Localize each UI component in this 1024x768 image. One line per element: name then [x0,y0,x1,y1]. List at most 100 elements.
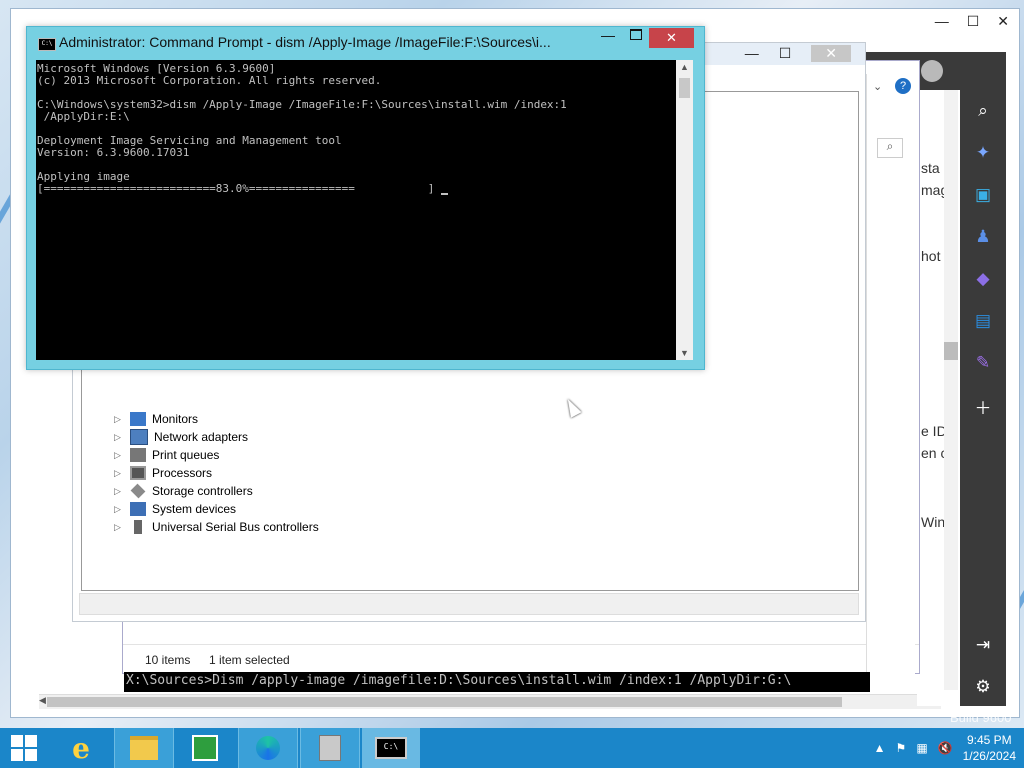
usb-icon [134,520,142,534]
network-adapter-icon [130,429,148,445]
show-hidden-icons-icon[interactable]: ▲ [874,741,886,755]
background-console: X:\Sources>Dism /apply-image /imagefile:… [124,672,870,692]
system-tray: ▲ ⚑ ▦ 🔇 9:45 PM 1/26/2024 [874,730,1016,766]
windows-logo-icon [11,735,37,761]
horizontal-scrollbar[interactable]: ◀ ▶ [39,694,941,709]
tree-item-label: System devices [152,502,237,516]
expand-arrow-icon[interactable]: ▷ [114,428,124,446]
window-title: Administrator: Command Prompt - dism /Ap… [59,34,551,50]
device-manager-caption-buttons: — ☐ ✕ [745,45,851,62]
office-icon[interactable]: ◆ [972,268,994,290]
tree-item-monitors[interactable]: ▷ Monitors [114,410,198,428]
browser-sidebar: ⌕ ✦ ▣ ♟ ◆ ▤ ✎ ＋ ⇥ ⚙ [960,52,1006,706]
console-output[interactable]: Microsoft Windows [Version 6.3.9600] (c)… [36,60,676,360]
page-text: hot [921,248,941,264]
scroll-left-icon[interactable]: ◀ [39,695,46,706]
scroll-down-icon[interactable]: ▼ [680,348,689,358]
search-icon[interactable]: ⌕ [877,138,903,158]
explorer-status-bar: 10 items 1 item selected [123,644,919,673]
browser-caption-buttons: — ☐ ✕ [935,13,1009,30]
close-button[interactable]: ✕ [997,13,1009,30]
tree-item-label: Storage controllers [152,484,253,498]
games-icon[interactable]: ♟ [972,226,994,248]
maximize-button[interactable] [630,29,642,40]
outlook-icon[interactable]: ▤ [972,310,994,332]
network-icon[interactable]: ▦ [916,741,927,755]
maximize-button[interactable]: ☐ [779,45,792,62]
profile-avatar[interactable] [921,60,943,82]
expand-arrow-icon[interactable]: ▷ [114,464,124,482]
close-button[interactable]: ✕ [811,45,851,62]
designer-icon[interactable]: ✎ [972,352,994,374]
minimize-button[interactable]: — [601,27,615,43]
page-vertical-scrollbar[interactable] [944,90,958,690]
command-prompt-window: C:\ Administrator: Command Prompt - dism… [26,26,705,370]
minimize-button[interactable]: — [745,45,759,62]
monitor-icon [130,412,146,426]
chevron-down-icon[interactable]: ⌄ [873,80,882,93]
command-prompt-icon: C:\ [375,737,407,759]
page-text: e ID [921,423,947,439]
build-watermark: Build 9600 [950,710,1012,725]
page-text: Win [921,514,946,530]
tree-item-network-adapters[interactable]: ▷ Network adapters [114,428,248,446]
tree-item-label: Processors [152,466,213,480]
device-manager-icon [319,735,341,761]
tree-item-print-queues[interactable]: ▷ Print queues [114,446,219,464]
action-center-flag-icon[interactable]: ⚑ [896,741,907,755]
hide-sidebar-icon[interactable]: ⇥ [972,634,994,656]
minimize-button[interactable]: — [935,13,949,30]
add-icon[interactable]: ＋ [972,398,994,420]
close-button[interactable]: ✕ [649,28,694,48]
page-text: sta [921,160,940,176]
tree-item-system-devices[interactable]: ▷ System devices [114,500,236,518]
printer-icon [130,448,146,462]
scroll-up-icon[interactable]: ▲ [680,62,689,72]
expand-arrow-icon[interactable]: ▷ [114,410,124,428]
scrollbar-thumb[interactable] [944,342,958,360]
processor-icon [130,466,146,480]
explorer-right-pane: ⌄ ? ⌕ [866,74,915,674]
device-manager-status-bar [79,593,859,615]
item-count: 10 items [145,653,191,667]
store-icon [192,735,218,761]
expand-arrow-icon[interactable]: ▷ [114,446,124,464]
settings-icon[interactable]: ⚙ [972,676,994,698]
taskbar-store[interactable] [176,728,234,768]
start-button[interactable] [0,728,48,768]
clock-time: 9:45 PM [966,733,1012,747]
taskbar-device-manager[interactable] [300,728,360,768]
copilot-icon[interactable]: ✦ [972,142,994,164]
tree-item-usb-controllers[interactable]: ▷ Universal Serial Bus controllers [114,518,319,536]
storage-controller-icon [130,483,146,499]
system-devices-icon [130,502,146,516]
taskbar-file-explorer[interactable] [114,728,174,768]
edge-icon [256,736,280,760]
console-cursor [440,193,448,195]
tree-item-storage-controllers[interactable]: ▷ Storage controllers [114,482,253,500]
file-explorer-icon [130,736,158,760]
expand-arrow-icon[interactable]: ▷ [114,500,124,518]
tree-item-label: Print queues [152,448,220,462]
taskbar: e C:\ ▲ ⚑ ▦ 🔇 9:45 PM 1/26/2024 [0,728,1024,768]
scrollbar-thumb[interactable] [679,78,690,98]
clock[interactable]: 9:45 PM 1/26/2024 [963,732,1016,764]
taskbar-edge[interactable] [238,728,298,768]
expand-arrow-icon[interactable]: ▷ [114,482,124,500]
command-prompt-icon: C:\ [38,38,56,51]
tree-item-label: Monitors [152,412,199,426]
expand-arrow-icon[interactable]: ▷ [114,518,124,536]
tree-item-processors[interactable]: ▷ Processors [114,464,212,482]
tree-item-label: Network adapters [154,430,249,444]
toolbox-icon[interactable]: ▣ [972,184,994,206]
search-icon[interactable]: ⌕ [972,100,994,122]
volume-muted-icon[interactable]: 🔇 [938,741,953,755]
scrollbar-thumb[interactable] [47,697,842,707]
selection-count: 1 item selected [209,653,290,667]
tree-item-label: Universal Serial Bus controllers [152,520,319,534]
taskbar-command-prompt[interactable]: C:\ [362,728,420,768]
help-icon[interactable]: ? [895,78,911,94]
maximize-button[interactable]: ☐ [967,13,980,30]
taskbar-internet-explorer[interactable]: e [52,728,110,768]
console-scrollbar[interactable]: ▲ ▼ [676,60,693,360]
